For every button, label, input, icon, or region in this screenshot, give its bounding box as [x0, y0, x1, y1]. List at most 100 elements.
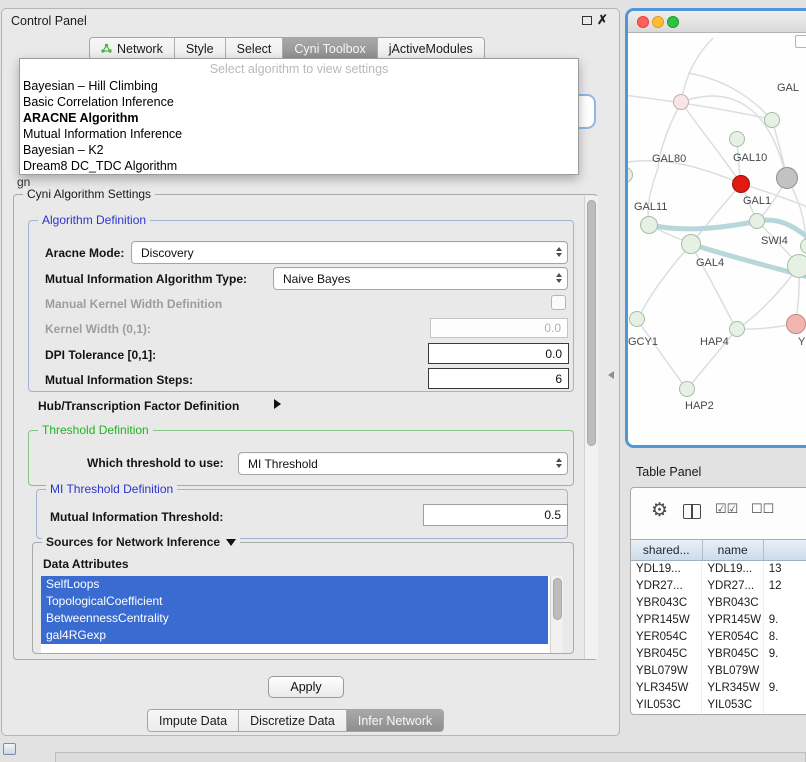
network-window-titlebar[interactable]	[628, 11, 806, 33]
table-row[interactable]: YLR345W YLR345W 9.	[631, 680, 806, 697]
apply-button[interactable]: Apply	[268, 676, 344, 698]
table-cell[interactable]: YDR27...	[702, 578, 763, 595]
network-node[interactable]	[787, 254, 806, 278]
table-header: shared... name	[631, 539, 806, 561]
tab-infer-network[interactable]: Infer Network	[347, 710, 443, 731]
network-node-hap4[interactable]	[729, 321, 745, 337]
table-cell[interactable]: YER054C	[702, 629, 763, 646]
table-cell[interactable]: YBR045C	[702, 646, 763, 663]
column-header-shared-name[interactable]: shared...	[631, 540, 703, 560]
close-traffic-light[interactable]	[637, 16, 649, 28]
table-cell[interactable]: 9.	[764, 612, 806, 629]
tab-impute-data[interactable]: Impute Data	[148, 710, 239, 731]
tab-network[interactable]: Network	[90, 38, 175, 59]
network-canvas[interactable]: GAL GAL80 GAL10 GAL11 GAL1 SWI4 GAL4 GCY…	[628, 33, 806, 447]
collapse-arrow-icon[interactable]	[226, 539, 236, 546]
table-cell[interactable]: 8.	[764, 629, 806, 646]
network-node[interactable]	[786, 314, 806, 334]
mi-steps-field[interactable]: 6	[428, 368, 569, 389]
dropdown-item[interactable]: Bayesian – Hill Climbing	[20, 78, 578, 94]
network-node[interactable]	[776, 167, 798, 189]
column-header[interactable]	[764, 540, 806, 560]
table-cell[interactable]: YLR345W	[631, 680, 702, 697]
network-node-hap2[interactable]	[679, 381, 695, 397]
attribute-item-selected[interactable]: BetweennessCentrality	[41, 610, 548, 627]
minimize-traffic-light[interactable]	[652, 16, 664, 28]
scrollbar-thumb[interactable]	[553, 578, 562, 620]
network-node-gcy1[interactable]	[629, 311, 645, 327]
table-row[interactable]: YDL19... YDL19... 13	[631, 561, 806, 578]
table-cell[interactable]: YBL079W	[702, 663, 763, 680]
select-all-icon[interactable]: ☑☑	[715, 501, 738, 517]
zoom-traffic-light[interactable]	[667, 16, 679, 28]
table-cell[interactable]: YDR27...	[631, 578, 702, 595]
manual-kernel-checkbox[interactable]	[551, 295, 566, 310]
table-row[interactable]: YER054C YER054C 8.	[631, 629, 806, 646]
network-node[interactable]	[729, 131, 745, 147]
table-cell[interactable]: YBL079W	[631, 663, 702, 680]
table-row[interactable]: YIL053C YIL053C	[631, 697, 806, 714]
panel-dock-icon[interactable]	[3, 743, 16, 755]
kernel-width-field[interactable]: 0.0	[430, 318, 568, 338]
table-row[interactable]: YDR27... YDR27... 12	[631, 578, 806, 595]
table-cell[interactable]: YBR045C	[631, 646, 702, 663]
attribute-item-selected[interactable]: gal4RGexp	[41, 627, 548, 644]
table-cell[interactable]: 12	[764, 578, 806, 595]
table-row[interactable]: YBR045C YBR045C 9.	[631, 646, 806, 663]
tab-cyni-toolbox[interactable]: Cyni Toolbox	[283, 38, 377, 59]
table-row[interactable]: YBL079W YBL079W	[631, 663, 806, 680]
network-node-gal1[interactable]	[749, 213, 765, 229]
table-cell[interactable]: YIL053C	[631, 697, 702, 714]
tab-style[interactable]: Style	[175, 38, 226, 59]
network-node[interactable]	[764, 112, 780, 128]
table-cell[interactable]	[764, 697, 806, 714]
aracne-mode-select[interactable]: Discovery	[131, 241, 568, 264]
columns-icon[interactable]	[683, 504, 701, 519]
tab-jactivemodules[interactable]: jActiveModules	[378, 38, 484, 59]
table-row[interactable]: YBR043C YBR043C	[631, 595, 806, 612]
table-cell[interactable]: YLR345W	[702, 680, 763, 697]
tab-select[interactable]: Select	[226, 38, 284, 59]
attribute-item-selected[interactable]: SelfLoops	[41, 576, 548, 593]
mi-threshold-field[interactable]: 0.5	[423, 504, 568, 526]
column-header-name[interactable]: name	[703, 540, 764, 560]
attribute-item-selected[interactable]: TopologicalCoefficient	[41, 593, 548, 610]
network-node-gal11[interactable]	[640, 216, 658, 234]
scrollbar-thumb[interactable]	[587, 200, 596, 446]
gear-icon[interactable]: ⚙	[651, 499, 668, 523]
float-window-icon[interactable]	[582, 16, 592, 25]
dropdown-item[interactable]: Dream8 DC_TDC Algorithm	[20, 158, 578, 174]
table-cell[interactable]: YBR043C	[631, 595, 702, 612]
dropdown-item[interactable]: Basic Correlation Inference	[20, 94, 578, 110]
dropdown-item[interactable]: Mutual Information Inference	[20, 126, 578, 142]
table-cell[interactable]: YER054C	[631, 629, 702, 646]
tab-discretize-data[interactable]: Discretize Data	[239, 710, 347, 731]
mi-algorithm-type-select[interactable]: Naive Bayes	[273, 267, 568, 290]
close-icon[interactable]: ✗	[597, 12, 608, 28]
table-cell[interactable]: YBR043C	[702, 595, 763, 612]
network-node-gal4[interactable]	[681, 234, 701, 254]
table-cell[interactable]: 9.	[764, 680, 806, 697]
table-cell[interactable]	[764, 595, 806, 612]
table-cell[interactable]: YIL053C	[702, 697, 763, 714]
table-cell[interactable]: 13	[764, 561, 806, 578]
network-edges-highlighted[interactable]	[649, 220, 806, 280]
expand-arrow-icon[interactable]	[274, 399, 281, 409]
table-cell[interactable]	[764, 663, 806, 680]
table-cell[interactable]: YPR145W	[631, 612, 702, 629]
table-cell[interactable]: YDL19...	[631, 561, 702, 578]
table-row[interactable]: YPR145W YPR145W 9.	[631, 612, 806, 629]
dropdown-item-selected[interactable]: ARACNE Algorithm	[20, 110, 578, 126]
splitter-collapse-arrow[interactable]	[608, 371, 614, 379]
deselect-all-icon[interactable]: ☐☐	[751, 501, 774, 517]
which-threshold-select[interactable]: MI Threshold	[238, 452, 568, 475]
table-cell[interactable]: YPR145W	[702, 612, 763, 629]
dpi-tolerance-field[interactable]: 0.0	[428, 343, 569, 364]
list-scrollbar[interactable]	[550, 576, 563, 653]
network-node[interactable]	[673, 94, 689, 110]
table-cell[interactable]: YDL19...	[702, 561, 763, 578]
dropdown-item[interactable]: Bayesian – K2	[20, 142, 578, 158]
settings-scrollbar[interactable]	[584, 196, 598, 659]
network-node-gal10[interactable]	[732, 175, 750, 193]
table-cell[interactable]: 9.	[764, 646, 806, 663]
